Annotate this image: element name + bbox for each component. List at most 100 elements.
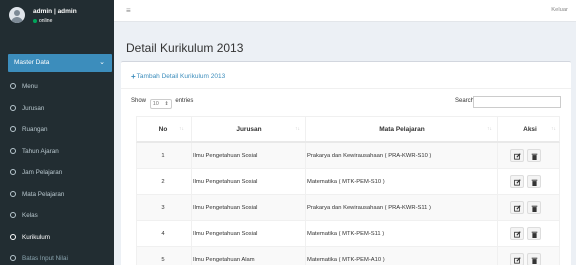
col-header-aksi[interactable]: Aksi ↑↓ <box>499 117 561 142</box>
divider <box>305 195 306 220</box>
col-header-jurusan-label: Jurusan <box>236 126 262 133</box>
cell-aksi <box>499 195 561 221</box>
sort-icon: ↑↓ <box>179 126 184 132</box>
col-header-aksi-label: Aksi <box>523 126 537 133</box>
edit-button[interactable] <box>510 227 524 240</box>
edit-button[interactable] <box>510 149 524 162</box>
cell-jurusan: Ilmu Pengetahuan Sosial <box>193 179 258 185</box>
col-header-mapel[interactable]: Mata Pelajaran ↑↓ <box>307 117 497 142</box>
cell-mata-pelajaran: Matematika ( MTK-PEM-S10 ) <box>307 179 385 185</box>
add-detail-link[interactable]: +Tambah Detail Kurikulum 2013 <box>131 72 225 81</box>
table-row: 5 Ilmu Pengetahuan Alam Matematika ( MTK-P… <box>136 247 560 265</box>
divider <box>191 195 192 220</box>
cell-jurusan: Ilmu Pengetahuan Alam <box>193 257 255 263</box>
divider <box>305 221 306 246</box>
menu-master-data[interactable]: Master Data ⌄ <box>8 54 112 72</box>
divider <box>497 247 498 265</box>
cell-mata-pelajaran: Matematika ( MTK-PEM-S11 ) <box>307 231 385 237</box>
sidebar-item-label: Tahun Ajaran <box>22 147 59 155</box>
col-header-mapel-label: Mata Pelajaran <box>379 126 425 133</box>
divider <box>191 169 192 194</box>
content-box: +Tambah Detail Kurikulum 2013 Show 10 ⇕ e… <box>121 61 571 265</box>
circle-icon <box>10 104 16 111</box>
submenu: Menu Jurusan Ruangan Tahun Ajaran Jam Pe… <box>0 76 114 265</box>
sidebar-item-ruangan[interactable]: Ruangan <box>0 119 114 141</box>
cell-mata-pelajaran: Prakarya dan Kewirausahaan ( PRA-KWR-S10… <box>307 153 432 159</box>
table-row: 1 Ilmu Pengetahuan Sosial Prakarya dan Kew… <box>136 143 560 169</box>
menu-master-data-label: Master Data <box>14 59 50 66</box>
circle-icon <box>10 190 16 197</box>
circle-icon <box>10 233 16 240</box>
edit-button[interactable] <box>510 201 524 214</box>
sidebar-item-label: Jam Pelajaran <box>22 169 63 176</box>
sort-icon: ↑↓ <box>487 126 492 132</box>
edit-button[interactable] <box>510 175 524 188</box>
sidebar-item-kelas[interactable]: Kelas <box>0 205 114 227</box>
page-title: Detail Kurikulum 2013 <box>126 41 244 55</box>
divider <box>121 88 571 89</box>
sidebar-item-label: Batas Input Nilai <box>22 255 68 262</box>
circle-icon <box>10 83 16 89</box>
cell-no: 5 <box>161 257 165 263</box>
sort-icon: ↑↓ <box>551 126 556 132</box>
sidebar-item-jam-pelajaran[interactable]: Jam Pelajaran <box>0 162 114 184</box>
edit-button[interactable] <box>510 253 524 265</box>
circle-icon <box>10 212 16 218</box>
cell-mata-pelajaran: Prakarya dan Kewirausahaan ( PRA-KWR-S11… <box>307 205 431 211</box>
divider <box>191 117 192 141</box>
search-input[interactable] <box>473 96 561 108</box>
cell-aksi <box>499 143 561 169</box>
col-header-jurusan[interactable]: Jurusan ↑↓ <box>193 117 305 142</box>
sidebar-item-menu[interactable]: Menu <box>0 76 114 98</box>
cell-no: 3 <box>161 205 165 211</box>
delete-button[interactable] <box>527 253 541 265</box>
cell-jurusan: Ilmu Pengetahuan Sosial <box>193 205 258 211</box>
hamburger-icon[interactable]: ≡ <box>126 6 131 15</box>
sidebar-item-label: Ruangan <box>22 126 48 133</box>
avatar <box>9 7 25 23</box>
sidebar-item-tahun-ajaran[interactable]: Tahun Ajaran <box>0 141 114 163</box>
divider <box>191 221 192 246</box>
delete-button[interactable] <box>527 149 541 162</box>
table-row: 4 Ilmu Pengetahuan Sosial Matematika ( MTK… <box>136 221 560 247</box>
cell-aksi <box>499 169 561 195</box>
cell-jurusan: Ilmu Pengetahuan Sosial <box>193 231 258 237</box>
divider <box>305 247 306 265</box>
table-row: 2 Ilmu Pengetahuan Sosial Matematika ( MTK… <box>136 169 560 195</box>
sidebar-item-label: Kelas <box>22 212 38 219</box>
select-arrows-icon: ⇕ <box>164 101 169 107</box>
sort-icon: ↑↓ <box>295 126 300 132</box>
divider <box>497 221 498 246</box>
delete-button[interactable] <box>527 175 541 188</box>
data-table: No ↑↓ Jurusan ↑↓ Mata Pelajaran ↑↓ Aksi ↑↓ 1… <box>136 116 560 265</box>
divider <box>497 169 498 194</box>
sidebar-item-kurikulum[interactable]: Kurikulum <box>0 227 114 249</box>
sidebar-item-batas-input-nilai[interactable]: Batas Input Nilai <box>0 248 114 265</box>
user-panel: admin | admin online <box>0 0 114 44</box>
col-header-no-label: No <box>158 126 168 133</box>
show-label: Show <box>131 98 147 104</box>
delete-button[interactable] <box>527 201 541 214</box>
sidebar-item-mata-pelajaran[interactable]: Mata Pelajaran <box>0 184 114 206</box>
table-body: 1 Ilmu Pengetahuan Sosial Prakarya dan Kew… <box>136 143 560 265</box>
divider <box>305 117 306 141</box>
divider <box>497 143 498 168</box>
col-header-no[interactable]: No ↑↓ <box>137 117 189 142</box>
cell-aksi <box>499 221 561 247</box>
circle-icon <box>10 169 16 175</box>
sidebar-item-jurusan[interactable]: Jurusan <box>0 98 114 120</box>
divider <box>305 169 306 194</box>
circle-icon <box>10 255 16 261</box>
online-dot-icon <box>33 18 37 23</box>
user-name: admin | admin <box>33 8 77 15</box>
user-status: online <box>33 18 52 24</box>
circle-icon <box>10 147 16 154</box>
cell-aksi <box>499 247 561 265</box>
show-entries: Show 10 ⇕ entries <box>131 98 193 109</box>
top-navbar: ≡ Keluar <box>114 0 576 22</box>
cell-jurusan: Ilmu Pengetahuan Sosial <box>193 153 258 159</box>
sidebar-item-label: Kurikulum <box>22 233 50 241</box>
logout-link[interactable]: Keluar <box>551 7 568 13</box>
entries-select[interactable]: 10 ⇕ <box>149 99 172 109</box>
delete-button[interactable] <box>527 227 541 240</box>
